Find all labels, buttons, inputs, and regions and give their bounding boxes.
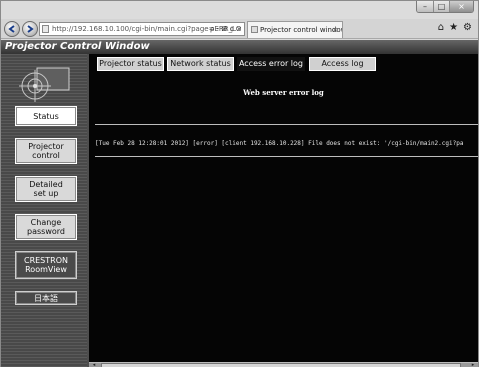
sidebar-item-status[interactable]: Status	[15, 106, 77, 126]
sidebar-item-label: Detailed	[29, 180, 63, 189]
sidebar-item-label: password	[27, 227, 65, 236]
page-icon	[42, 25, 49, 33]
tab-page-icon	[251, 26, 258, 33]
sidebar-item-label: CRESTRON	[23, 256, 68, 265]
tab-title: Projector control window	[260, 26, 343, 34]
page: Projector Control Window Status Projecto…	[1, 40, 478, 367]
sidebar-item-label: set up	[33, 189, 59, 198]
arrow-right-icon	[27, 25, 34, 33]
sidebar-item-label: Projector	[28, 142, 64, 151]
gear-icon[interactable]: ⚙	[463, 22, 472, 33]
sidebar-item-label: RoomView	[25, 265, 67, 274]
arrow-left-icon	[8, 25, 15, 33]
sidebar-item-label: 日本語	[34, 293, 58, 303]
tab-network-status[interactable]: Network status	[167, 57, 234, 71]
sidebar-item-crestron-roomview[interactable]: CRESTRON RoomView	[15, 251, 77, 279]
home-icon[interactable]: ⌂	[438, 22, 444, 33]
scrollbar-thumb[interactable]	[101, 363, 461, 367]
forward-button[interactable]	[22, 21, 38, 37]
close-button[interactable]: ×	[449, 1, 473, 12]
divider	[95, 124, 478, 125]
browser-window: – □ × http://192.168.10.100/cgi-bin/main…	[0, 0, 479, 367]
tab-projector-status[interactable]: Projector status	[97, 57, 164, 71]
sidebar-item-detailed-setup[interactable]: Detailed set up	[15, 176, 77, 202]
projector-logo-icon	[19, 67, 70, 102]
log-heading: Web server error log	[243, 88, 324, 97]
tab-access-log[interactable]: Access log	[309, 57, 376, 71]
sidebar-item-projector-control[interactable]: Projector control	[15, 138, 77, 164]
log-line: [Tue Feb 28 12:28:01 2012] [error] [clie…	[95, 140, 464, 147]
address-tools[interactable]: ρ - ⊠ ¢ ×	[210, 23, 242, 35]
page-header: Projector Control Window	[1, 40, 478, 54]
tab-close-icon[interactable]: ×	[332, 22, 338, 38]
browser-tab[interactable]: Projector control window ×	[247, 21, 343, 38]
maximize-button[interactable]: □	[433, 1, 449, 12]
sidebar-item-change-password[interactable]: Change password	[15, 214, 77, 240]
sidebar-item-label: Status	[33, 111, 59, 121]
tab-access-error-log[interactable]: Access error log	[237, 57, 305, 71]
browser-navbar: http://192.168.10.100/cgi-bin/main.cgi?p…	[1, 19, 478, 39]
window-controls: – □ ×	[416, 1, 474, 13]
scroll-right-icon[interactable]: ▸	[469, 363, 477, 367]
tab-bar: Projector status Network status Access e…	[89, 54, 478, 71]
window-titlebar: – □ ×	[1, 1, 478, 19]
browser-toolbar-icons: ⌂ ★ ⚙	[438, 22, 472, 33]
scroll-left-icon[interactable]: ◂	[90, 363, 98, 367]
page-title: Projector Control Window	[5, 41, 150, 52]
sidebar-item-label: control	[32, 151, 60, 160]
minimize-button[interactable]: –	[417, 1, 433, 12]
horizontal-scrollbar[interactable]: ◂ ▸	[89, 362, 478, 367]
sidebar-item-japanese[interactable]: 日本語	[15, 291, 77, 305]
divider	[95, 156, 478, 157]
main-content: Projector status Network status Access e…	[89, 54, 478, 367]
sidebar: Status Projector control Detailed set up…	[1, 54, 87, 367]
favorites-icon[interactable]: ★	[449, 22, 458, 33]
address-bar[interactable]: http://192.168.10.100/cgi-bin/main.cgi?p…	[39, 22, 245, 36]
sidebar-item-label: Change	[30, 218, 62, 227]
back-button[interactable]	[4, 21, 20, 37]
